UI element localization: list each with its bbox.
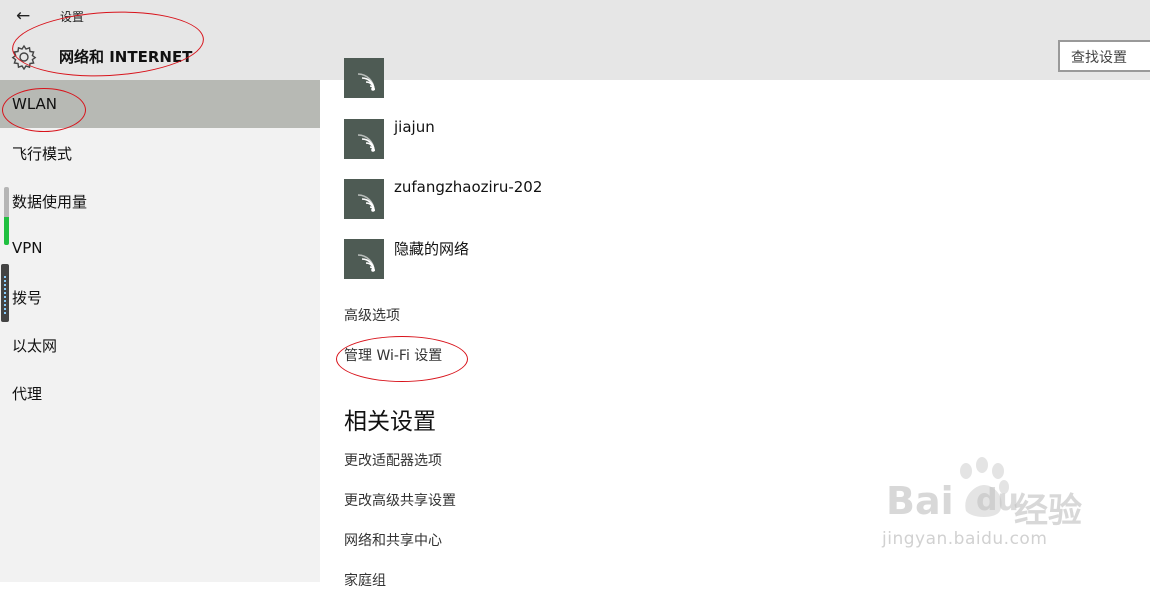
sidebar-item-data-usage[interactable]: 数据使用量 (0, 176, 320, 224)
search-input[interactable]: 查找设置 (1058, 40, 1150, 72)
back-arrow-icon[interactable]: ← (16, 6, 30, 26)
change-advanced-sharing-link[interactable]: 更改高级共享设置 (344, 490, 456, 510)
watermark-url: jingyan.baidu.com (882, 529, 1048, 549)
sidebar-item-wlan[interactable]: WLAN (0, 80, 320, 128)
change-adapter-options-link[interactable]: 更改适配器选项 (344, 450, 442, 470)
watermark-logo: Bai du 经验 jingyan.baidu.com (880, 455, 1100, 555)
homegroup-link[interactable]: 家庭组 (344, 570, 386, 590)
sidebar-item-label: VPN (12, 239, 43, 257)
sidebar-item-proxy[interactable]: 代理 (0, 368, 320, 416)
wifi-network-name: zufangzhaoziru-202 (394, 178, 543, 196)
app-title: 设置 (60, 10, 85, 24)
sidebar-item-label: 数据使用量 (12, 193, 88, 211)
sidebar-item-label: 飞行模式 (12, 145, 73, 163)
related-settings-heading: 相关设置 (344, 409, 436, 435)
wifi-signal-icon (344, 179, 384, 219)
network-sharing-center-link[interactable]: 网络和共享中心 (344, 530, 442, 550)
sidebar-item-dial-up[interactable]: 拨号 (0, 272, 320, 320)
side-widget-bar (1, 264, 9, 322)
sidebar-item-vpn[interactable]: VPN (0, 224, 320, 272)
wifi-signal-icon (344, 239, 384, 279)
gear-icon (11, 44, 37, 71)
sidebar: WLAN 飞行模式 数据使用量 VPN 拨号 以太网 代理 (0, 80, 320, 582)
watermark-text: du (976, 483, 1019, 518)
sidebar-item-airplane-mode[interactable]: 飞行模式 (0, 128, 320, 176)
advanced-options-link[interactable]: 高级选项 (344, 305, 400, 325)
sidebar-item-label: 拨号 (12, 289, 43, 307)
page-title: 网络和 INTERNET (59, 48, 193, 66)
header-bar: ← 设置 网络和 INTERNET 查找设置 (0, 0, 1150, 80)
sidebar-item-ethernet[interactable]: 以太网 (0, 320, 320, 368)
wifi-network-name: jiajun (394, 118, 435, 136)
scroll-indicator (4, 187, 9, 245)
sidebar-item-label: 以太网 (12, 337, 58, 355)
wifi-network-name: 隐藏的网络 (394, 240, 470, 258)
sidebar-item-label: 代理 (12, 385, 43, 403)
manage-wifi-settings-link[interactable]: 管理 Wi-Fi 设置 (344, 345, 442, 365)
wifi-signal-icon (344, 119, 384, 159)
watermark-text: Bai (886, 479, 954, 523)
wifi-signal-icon (344, 58, 384, 98)
watermark-text: 经验 (1014, 491, 1082, 531)
sidebar-item-label: WLAN (12, 95, 58, 113)
